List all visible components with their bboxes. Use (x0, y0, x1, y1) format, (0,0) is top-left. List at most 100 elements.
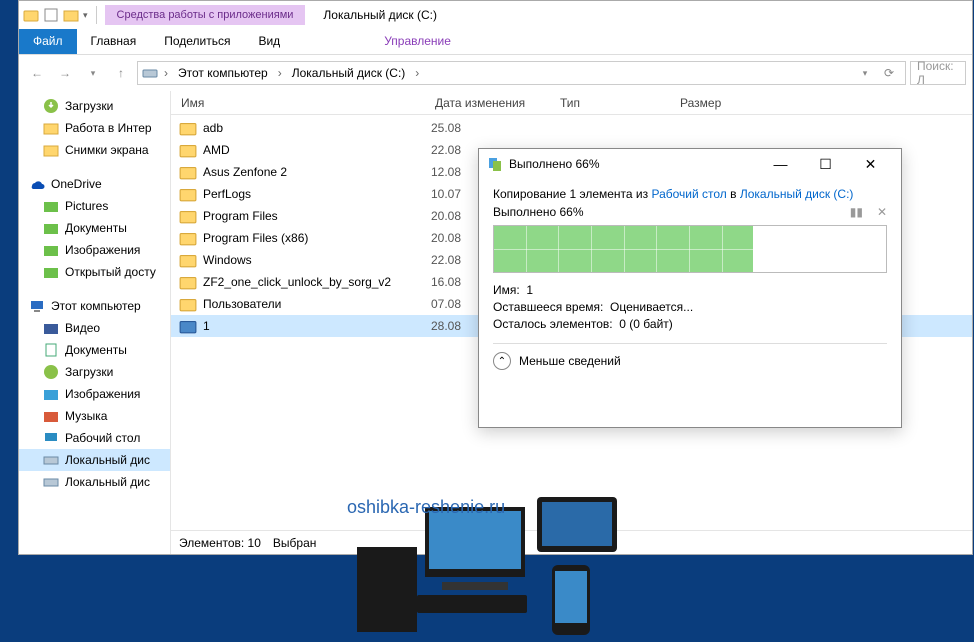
folder-icon (179, 273, 197, 291)
context-tab-app-tools[interactable]: Средства работы с приложениями (105, 5, 306, 25)
new-folder-icon[interactable] (63, 7, 79, 23)
info-remaining: Осталось элементов: 0 (0 байт) (493, 317, 887, 331)
forward-button[interactable]: → (53, 61, 77, 85)
maximize-button[interactable]: ☐ (803, 150, 848, 178)
up-button[interactable]: ↑ (109, 61, 133, 85)
dialog-titlebar[interactable]: Выполнено 66% — ☐ ✕ (479, 149, 901, 179)
chevron-right-icon[interactable]: › (413, 66, 421, 80)
folder-icon (43, 220, 59, 236)
folder-icon (179, 141, 197, 159)
onedrive-icon (29, 176, 45, 192)
folder-icon (43, 198, 59, 214)
properties-icon[interactable] (43, 7, 59, 23)
music-icon (43, 408, 59, 424)
sidebar-item-folder[interactable]: Работа в Интер (19, 117, 170, 139)
info-name: Имя: 1 (493, 283, 887, 297)
ribbon-tab-share[interactable]: Поделиться (150, 29, 244, 54)
sidebar-item-pictures[interactable]: Изображения (19, 383, 170, 405)
sidebar-item-label: OneDrive (51, 177, 102, 191)
sidebar-item-label: Загрузки (65, 99, 113, 113)
sidebar-item-documents[interactable]: Документы (19, 217, 170, 239)
desktop-icon (43, 430, 59, 446)
column-header-name[interactable]: Имя (171, 92, 425, 114)
sidebar-item-label: Документы (65, 221, 127, 235)
search-input[interactable]: Поиск: Л (910, 61, 966, 85)
sidebar-group-thispc[interactable]: Этот компьютер (19, 295, 170, 317)
status-selected: Выбран (273, 536, 316, 550)
sidebar-item-label: Музыка (65, 409, 107, 423)
pause-button[interactable]: ▮▮ (850, 205, 863, 219)
progress-bar (493, 225, 887, 273)
sidebar-item-documents[interactable]: Документы (19, 339, 170, 361)
ribbon-tab-home[interactable]: Главная (77, 29, 151, 54)
sidebar-item-local-disk[interactable]: Локальный дис (19, 471, 170, 493)
video-icon (43, 320, 59, 336)
refresh-icon[interactable]: ⟳ (877, 61, 901, 85)
disk-icon (142, 65, 158, 81)
folder-icon (179, 185, 197, 203)
ribbon-tab-manage[interactable]: Управление (370, 29, 465, 54)
dropdown-icon[interactable]: ▾ (853, 61, 877, 85)
pictures-icon (43, 386, 59, 402)
sidebar-group-onedrive[interactable]: OneDrive (19, 173, 170, 195)
info-time: Оставшееся время: Оценивается... (493, 300, 887, 314)
column-headers: Имя Дата изменения Тип Размер (171, 91, 972, 115)
disk-icon (43, 474, 59, 490)
recent-dropdown[interactable]: ▾ (81, 61, 105, 85)
details-toggle[interactable]: ⌃ Меньше сведений (493, 352, 887, 370)
sidebar-item-label: Этот компьютер (51, 299, 141, 313)
folder-icon (179, 229, 197, 247)
address-bar[interactable]: › Этот компьютер › Локальный диск (C:) ›… (137, 61, 906, 85)
sidebar-item-music[interactable]: Музыка (19, 405, 170, 427)
status-count: Элементов: 10 (179, 536, 261, 550)
folder-icon (43, 120, 59, 136)
source-link[interactable]: Рабочий стол (651, 187, 726, 201)
column-header-type[interactable]: Тип (550, 92, 670, 114)
sidebar-item-pictures[interactable]: Pictures (19, 195, 170, 217)
chevron-right-icon[interactable]: › (162, 66, 170, 80)
copy-progress-dialog: Выполнено 66% — ☐ ✕ Копирование 1 элемен… (478, 148, 902, 428)
disk-icon (43, 452, 59, 468)
column-header-size[interactable]: Размер (670, 92, 750, 114)
folder-icon (179, 207, 197, 225)
sidebar-item-desktop[interactable]: Рабочий стол (19, 427, 170, 449)
crumb-this-pc[interactable]: Этот компьютер (174, 64, 272, 82)
window-title: Локальный диск (C:) (323, 8, 437, 22)
sidebar-item-videos[interactable]: Видео (19, 317, 170, 339)
sidebar-item-images[interactable]: Изображения (19, 239, 170, 261)
file-name: Program Files (x86) (203, 231, 431, 245)
column-header-date[interactable]: Дата изменения (425, 92, 550, 114)
sidebar-item-label: Загрузки (65, 365, 113, 379)
progress-label: Выполнено 66% (493, 205, 584, 219)
title-bar: ▾ Средства работы с приложениями Локальн… (19, 1, 972, 29)
dest-link[interactable]: Локальный диск (C:) (740, 187, 854, 201)
back-button[interactable]: ← (25, 61, 49, 85)
cancel-button[interactable]: ✕ (877, 205, 887, 219)
folder-icon (179, 119, 197, 137)
file-name: adb (203, 121, 431, 135)
sidebar-item-public[interactable]: Открытый досту (19, 261, 170, 283)
folder-icon (43, 264, 59, 280)
file-name: Пользователи (203, 297, 431, 311)
sidebar-item-label: Снимки экрана (65, 143, 149, 157)
ribbon-tab-view[interactable]: Вид (244, 29, 294, 54)
sidebar-item-folder[interactable]: Снимки экрана (19, 139, 170, 161)
sidebar-item-local-disk[interactable]: Локальный дис (19, 449, 170, 471)
folder-icon (179, 295, 197, 313)
file-name: ZF2_one_click_unlock_by_sorg_v2 (203, 275, 431, 289)
file-name: Windows (203, 253, 431, 267)
crumb-local-disk[interactable]: Локальный диск (C:) (288, 64, 410, 82)
sidebar-item-downloads[interactable]: Загрузки (19, 95, 170, 117)
close-button[interactable]: ✕ (848, 150, 893, 178)
file-name: 1 (203, 319, 431, 333)
minimize-button[interactable]: — (758, 150, 803, 178)
folder-icon (43, 142, 59, 158)
file-name: Asus Zenfone 2 (203, 165, 431, 179)
file-date: 25.08 (431, 121, 556, 135)
nav-sidebar: Загрузки Работа в Интер Снимки экрана On… (19, 91, 171, 554)
file-row[interactable]: adb25.08 (171, 117, 972, 139)
sidebar-item-downloads[interactable]: Загрузки (19, 361, 170, 383)
ribbon-tab-file[interactable]: Файл (19, 29, 77, 54)
qat-dropdown-icon[interactable]: ▾ (83, 10, 88, 21)
chevron-right-icon[interactable]: › (276, 66, 284, 80)
